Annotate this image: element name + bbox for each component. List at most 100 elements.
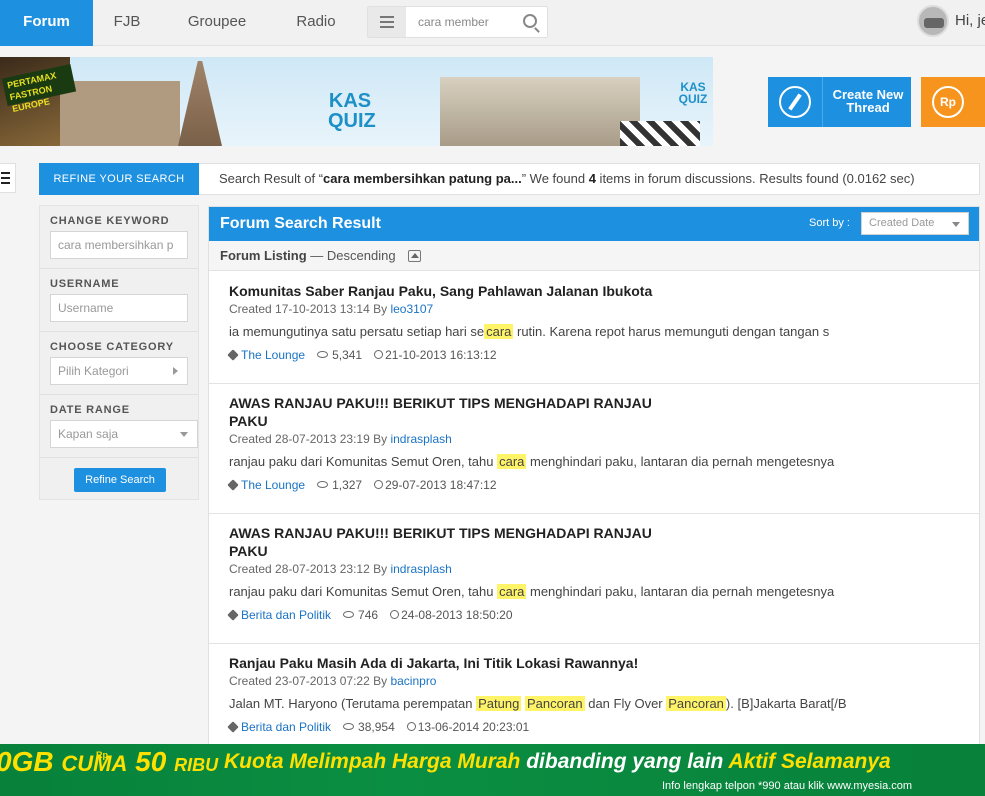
snippet-highlight: cara bbox=[497, 584, 527, 599]
thread-footer: The Lounge 5,341 21-10-2013 16:13:12 bbox=[227, 348, 497, 362]
category-link[interactable]: Berita dan Politik bbox=[241, 608, 331, 622]
snippet-text: rutin. Karena repot harus memunguti deng… bbox=[513, 324, 830, 339]
keyword-label: CHANGE KEYWORD bbox=[50, 215, 170, 227]
search-box: cara member bbox=[367, 6, 548, 38]
refine-search-header: REFINE YOUR SEARCH bbox=[39, 163, 199, 195]
snippet-text: ). [B]Jakarta Barat[/B bbox=[725, 696, 847, 711]
tab-groupee[interactable]: Groupee bbox=[171, 0, 263, 46]
view-count: 746 bbox=[358, 608, 379, 622]
snippet-text: menghindari paku, lantaran dia pernah me… bbox=[526, 584, 835, 599]
avatar[interactable] bbox=[917, 5, 949, 37]
category-link[interactable]: The Lounge bbox=[241, 478, 305, 492]
user-greeting[interactable]: Hi, je bbox=[955, 12, 985, 29]
kas-quiz-logo-small: KAS QUIZ bbox=[678, 80, 708, 106]
category-link[interactable]: Berita dan Politik bbox=[241, 720, 331, 734]
snippet-highlight: cara bbox=[484, 324, 514, 339]
last-post-date: 24-08-2013 18:50:20 bbox=[401, 608, 513, 622]
category-select[interactable]: Pilih Kategori bbox=[50, 357, 188, 385]
result-title: Forum Search Result bbox=[220, 215, 381, 232]
create-thread-label: Create New Thread bbox=[832, 87, 904, 115]
listing-label: Forum Listing bbox=[220, 248, 307, 263]
list-item: Komunitas Saber Ranjau Paku, Sang Pahlaw… bbox=[209, 272, 979, 384]
thread-footer: Berita dan Politik 746 24-08-2013 18:50:20 bbox=[227, 608, 513, 622]
eye-icon bbox=[343, 723, 355, 730]
promo-banner[interactable]: PERTAMAX FASTRON EUROPE KAS QUIZ KAS QUI… bbox=[0, 57, 713, 146]
username-input[interactable]: Username bbox=[50, 294, 188, 322]
summary-prefix: Search Result of “ bbox=[219, 171, 324, 186]
sidebar-toggle[interactable] bbox=[0, 163, 16, 193]
thread-snippet: ia memungutinya satu persatu setiap hari… bbox=[229, 324, 869, 339]
created-date: Created 17-10-2013 13:14 By bbox=[229, 302, 391, 316]
created-date: Created 28-07-2013 23:19 By bbox=[229, 432, 391, 446]
category-value: Pilih Kategori bbox=[58, 364, 129, 378]
author-link[interactable]: bacinpro bbox=[390, 674, 436, 688]
thread-title[interactable]: AWAS RANJAU PAKU!!! BERIKUT TIPS MENGHAD… bbox=[229, 394, 659, 430]
snippet-text: Jalan MT. Haryono (Terutama perempatan bbox=[229, 696, 477, 711]
view-count: 1,327 bbox=[332, 478, 363, 492]
ad-ribu: RIBU bbox=[174, 755, 219, 775]
snippet-text: ia memungutinya satu persatu setiap hari… bbox=[229, 324, 485, 339]
kas-quiz-logo: KAS QUIZ bbox=[328, 90, 376, 132]
author-link[interactable]: indrasplash bbox=[390, 562, 451, 576]
tag-icon bbox=[227, 479, 239, 491]
eiffel-tower-image bbox=[178, 61, 222, 146]
view-count: 5,341 bbox=[332, 348, 363, 362]
tab-fjb[interactable]: FJB bbox=[93, 0, 161, 46]
thread-meta: Created 17-10-2013 13:14 By leo3107 bbox=[229, 302, 433, 316]
thread-meta: Created 23-07-2013 07:22 By bacinpro bbox=[229, 674, 436, 688]
clock-icon bbox=[374, 350, 384, 359]
snippet-highlight: cara bbox=[497, 454, 527, 469]
author-link[interactable]: indrasplash bbox=[390, 432, 451, 446]
sort-toggle-icon[interactable] bbox=[408, 250, 421, 262]
tab-forum[interactable]: Forum bbox=[0, 0, 93, 46]
ad-slogan-end: Aktif Selamanya bbox=[723, 750, 891, 773]
create-thread-button[interactable]: Create New Thread bbox=[768, 77, 911, 127]
date-range-select[interactable]: Kapan saja bbox=[50, 420, 198, 448]
created-date: Created 23-07-2013 07:22 By bbox=[229, 674, 391, 688]
date-range-value: Kapan saja bbox=[58, 427, 119, 441]
chevron-right-icon bbox=[173, 367, 178, 375]
thread-title[interactable]: Komunitas Saber Ranjau Paku, Sang Pahlaw… bbox=[229, 282, 829, 300]
snippet-text: ranjau paku dari Komunitas Semut Oren, t… bbox=[229, 454, 498, 469]
keyword-input[interactable]: cara membersihkan p bbox=[50, 231, 188, 259]
forum-search-result: Forum Search Result Sort by : Created Da… bbox=[208, 206, 980, 746]
thread-title[interactable]: AWAS RANJAU PAKU!!! BERIKUT TIPS MENGHAD… bbox=[229, 524, 659, 560]
author-link[interactable]: leo3107 bbox=[390, 302, 433, 316]
refine-search-button[interactable]: Refine Search bbox=[74, 468, 166, 492]
thread-title[interactable]: Ranjau Paku Masih Ada di Jakarta, Ini Ti… bbox=[229, 654, 829, 672]
ad-price: 50 bbox=[135, 746, 167, 777]
tag-icon bbox=[227, 609, 239, 621]
summary-count: 4 bbox=[588, 171, 596, 186]
thread-footer: The Lounge 1,327 29-07-2013 18:47:12 bbox=[227, 478, 497, 492]
bottom-ad-banner[interactable]: 0GB CUMA 50 RIBU Rp Kuota Melimpah Harga… bbox=[0, 744, 985, 796]
ad-cuma: CUMA bbox=[61, 751, 128, 776]
snippet-highlight: Pancoran bbox=[666, 696, 726, 711]
ad-info: Info lengkap telpon *990 atau klik www.m… bbox=[662, 780, 913, 792]
ad-size: 0GB bbox=[0, 746, 54, 777]
sort-select[interactable]: Created Date bbox=[861, 212, 969, 235]
list-icon[interactable] bbox=[368, 7, 406, 37]
search-icon[interactable] bbox=[523, 14, 537, 28]
chevron-down-icon bbox=[180, 432, 188, 437]
category-link[interactable]: The Lounge bbox=[241, 348, 305, 362]
rp-icon: Rp bbox=[932, 86, 964, 118]
ad-headline: 0GB CUMA 50 RIBU bbox=[0, 746, 218, 778]
sort-label: Sort by : bbox=[809, 217, 850, 229]
rp-button[interactable]: Rp bbox=[921, 77, 985, 127]
snippet-highlight: Patung bbox=[476, 696, 522, 711]
thread-meta: Created 28-07-2013 23:19 By indrasplash bbox=[229, 432, 452, 446]
tab-radio[interactable]: Radio bbox=[280, 0, 352, 46]
thread-footer: Berita dan Politik 38,954 13-06-2014 20:23… bbox=[227, 720, 530, 734]
ad-slogan-white: dibanding yang lain bbox=[526, 750, 724, 773]
snippet-highlight: Pancoran bbox=[524, 696, 585, 711]
snippet-text: dan Fly Over bbox=[584, 696, 667, 711]
search-input[interactable]: cara member bbox=[418, 7, 508, 37]
pencil-icon bbox=[779, 86, 811, 118]
clock-icon bbox=[406, 722, 416, 731]
created-date: Created 28-07-2013 23:12 By bbox=[229, 562, 391, 576]
summary-suffix: items in forum discussions. Results foun… bbox=[595, 171, 915, 186]
last-post-date: 13-06-2014 20:23:01 bbox=[417, 720, 530, 734]
result-header: Forum Search Result Sort by : Created Da… bbox=[209, 207, 979, 241]
snippet-text: menghindari paku, lantaran dia pernah me… bbox=[526, 454, 835, 469]
listing-order: — Descending bbox=[306, 248, 396, 263]
